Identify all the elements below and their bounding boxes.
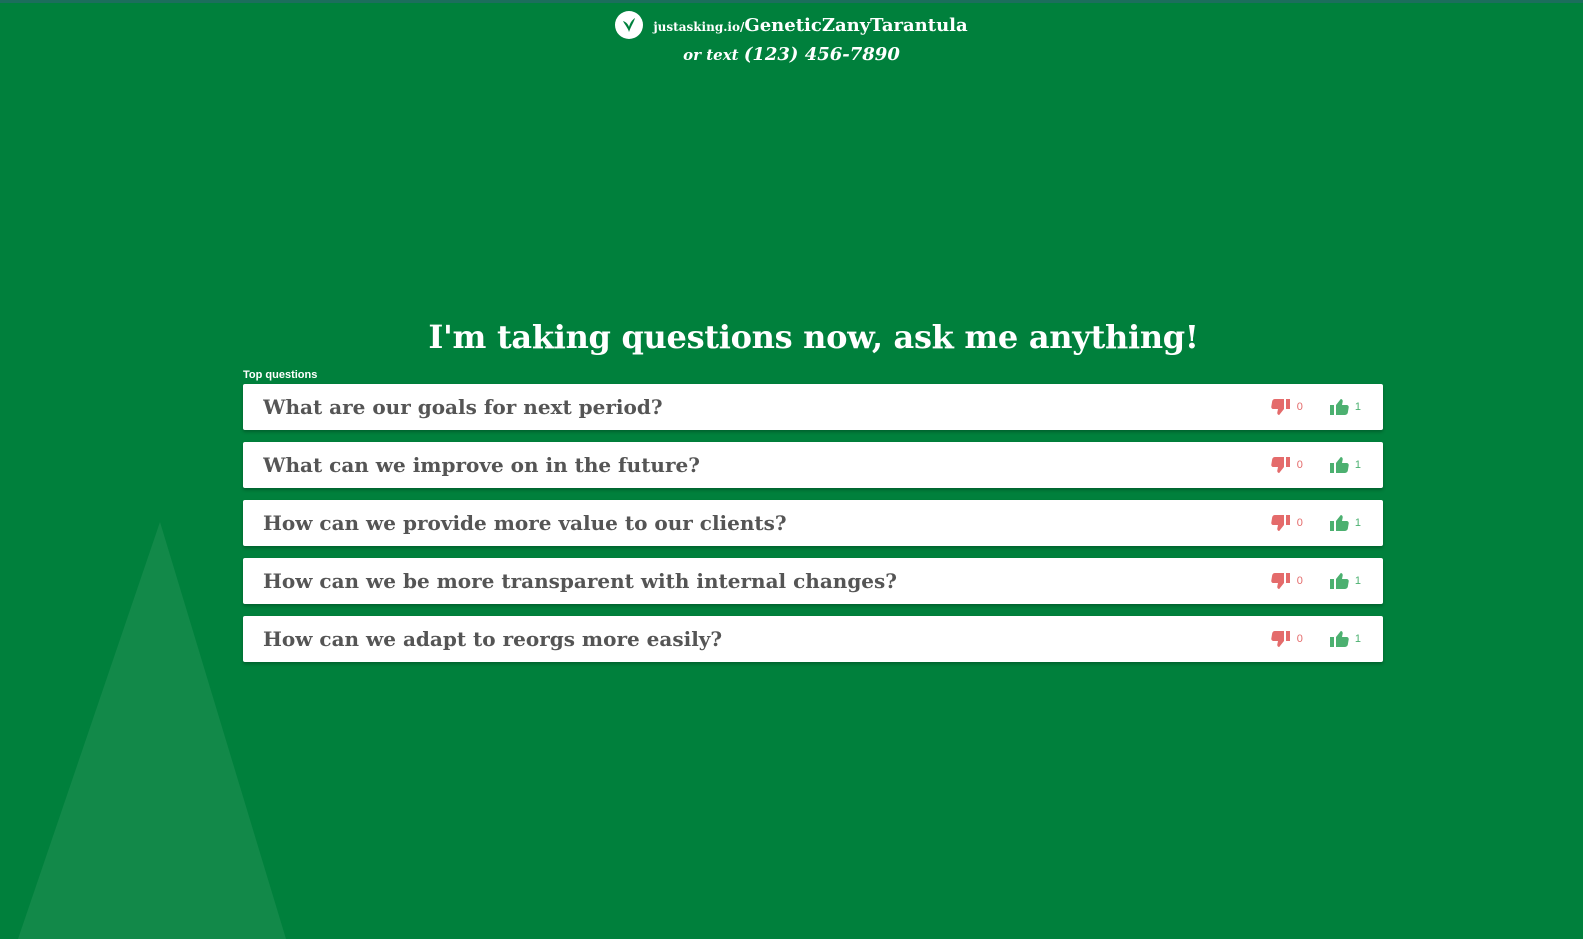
question-card: What can we improve on in the future? 0 … — [243, 442, 1383, 488]
downvote-count: 0 — [1296, 401, 1303, 413]
justasking-logo-icon — [615, 11, 644, 39]
thumbs-up-icon — [1329, 631, 1349, 647]
question-card: How can we be more transparent with inte… — [243, 558, 1383, 604]
upvote-count: 1 — [1354, 575, 1361, 587]
upvote-button[interactable]: 1 — [1329, 514, 1361, 532]
url-prefix: justasking.io/ — [653, 19, 745, 34]
questions-list: What are our goals for next period? 0 1 … — [243, 384, 1383, 674]
thumbs-up-icon — [1329, 399, 1349, 415]
question-text: How can we adapt to reorgs more easily? — [263, 627, 723, 651]
upvote-button[interactable]: 1 — [1329, 398, 1361, 416]
upvote-count: 1 — [1354, 459, 1361, 471]
question-text: How can we provide more value to our cli… — [263, 511, 787, 535]
thumbs-down-icon — [1271, 399, 1290, 415]
downvote-button[interactable]: 0 — [1271, 630, 1303, 648]
url-line: justasking.io/GeneticZanyTarantula — [0, 10, 1583, 40]
downvote-count: 0 — [1296, 517, 1303, 529]
url-slug: GeneticZanyTarantula — [744, 14, 968, 36]
question-card: How can we provide more value to our cli… — [243, 500, 1383, 546]
thumbs-up-icon — [1329, 573, 1349, 589]
upvote-count: 1 — [1354, 633, 1361, 645]
downvote-button[interactable]: 0 — [1271, 514, 1303, 532]
page-headline: I'm taking questions now, ask me anythin… — [428, 318, 1199, 356]
upvote-button[interactable]: 1 — [1329, 456, 1361, 474]
downvote-count: 0 — [1296, 575, 1303, 587]
top-questions-label: Top questions — [243, 369, 318, 381]
header: justasking.io/GeneticZanyTarantula or te… — [0, 10, 1583, 65]
text-prefix: or text — [683, 46, 739, 64]
thumbs-down-icon — [1271, 631, 1290, 647]
question-card: How can we adapt to reorgs more easily? … — [243, 616, 1383, 662]
sms-line: or text (123) 456-7890 — [0, 44, 1583, 65]
thumbs-down-icon — [1271, 515, 1290, 531]
top-accent-line — [0, 0, 1583, 3]
audience-url[interactable]: justasking.io/GeneticZanyTarantula — [653, 15, 967, 36]
downvote-button[interactable]: 0 — [1271, 456, 1303, 474]
downvote-button[interactable]: 0 — [1271, 572, 1303, 590]
question-text: What are our goals for next period? — [263, 395, 663, 419]
question-card: What are our goals for next period? 0 1 — [243, 384, 1383, 430]
downvote-count: 0 — [1296, 459, 1303, 471]
upvote-button[interactable]: 1 — [1329, 630, 1361, 648]
downvote-count: 0 — [1296, 633, 1303, 645]
phone-number: (123) 456-7890 — [743, 44, 900, 65]
upvote-count: 1 — [1354, 517, 1361, 529]
question-text: How can we be more transparent with inte… — [263, 569, 898, 593]
thumbs-up-icon — [1329, 457, 1349, 473]
thumbs-down-icon — [1271, 573, 1290, 589]
thumbs-down-icon — [1271, 457, 1290, 473]
thumbs-up-icon — [1329, 515, 1349, 531]
downvote-button[interactable]: 0 — [1271, 398, 1303, 416]
question-text: What can we improve on in the future? — [263, 453, 700, 477]
upvote-count: 1 — [1354, 401, 1361, 413]
upvote-button[interactable]: 1 — [1329, 572, 1361, 590]
